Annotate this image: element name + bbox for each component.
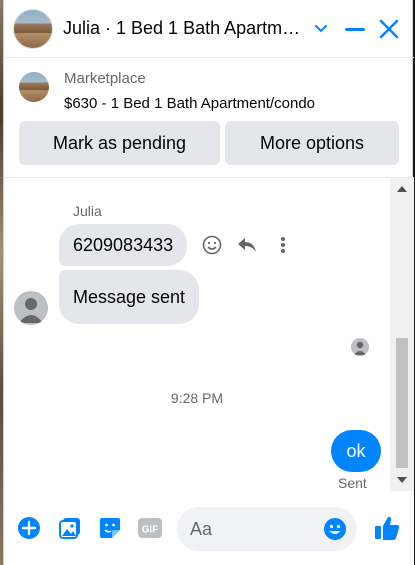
- listing-thumbnail[interactable]: [19, 72, 49, 102]
- message-bubble[interactable]: 6209083433: [59, 224, 188, 266]
- contact-avatar[interactable]: [13, 8, 53, 49]
- scroll-up-arrow[interactable]: [397, 186, 407, 192]
- header-controls: [302, 14, 404, 44]
- sticker-icon[interactable]: [97, 515, 123, 541]
- message-status: Sent: [338, 475, 367, 491]
- emoji-picker-icon[interactable]: [323, 517, 347, 541]
- emoji-icon[interactable]: [201, 234, 223, 256]
- sender-name: Julia: [73, 203, 102, 219]
- my-message-bubble[interactable]: ok: [331, 430, 381, 472]
- svg-text:GIF: GIF: [142, 525, 159, 536]
- message-input[interactable]: Aa: [177, 507, 357, 551]
- chat-title[interactable]: Julia · 1 Bed 1 Bath Apartment/condo: [63, 18, 308, 39]
- message-bubble[interactable]: Message sent: [59, 270, 200, 324]
- mark-as-pending-button[interactable]: Mark as pending: [19, 121, 220, 165]
- marketplace-label: Marketplace: [64, 70, 146, 87]
- scroll-down-arrow[interactable]: [397, 477, 407, 483]
- sender-avatar[interactable]: [14, 291, 48, 325]
- close-icon[interactable]: [374, 14, 404, 44]
- minimize-icon[interactable]: [340, 14, 370, 44]
- scrollbar[interactable]: [390, 178, 414, 491]
- more-icon[interactable]: [272, 234, 294, 256]
- chevron-down-icon[interactable]: [306, 14, 336, 44]
- more-options-button[interactable]: More options: [225, 121, 399, 165]
- plus-icon[interactable]: [16, 515, 42, 541]
- input-placeholder: Aa: [190, 519, 213, 539]
- marketplace-card: Marketplace $630 - 1 Bed 1 Bath Apartmen…: [4, 58, 414, 178]
- composer: GIF Aa: [4, 491, 414, 565]
- scrollbar-thumb[interactable]: [396, 338, 408, 468]
- chat-header[interactable]: Julia · 1 Bed 1 Bath Apartment/condo: [4, 0, 414, 58]
- message-list: Julia 6209083433 Message sent 9:28 PM ok…: [4, 178, 390, 491]
- message-timestamp: 9:28 PM: [170, 390, 224, 406]
- listing-title[interactable]: $630 - 1 Bed 1 Bath Apartment/condo: [64, 95, 315, 112]
- image-icon[interactable]: [57, 515, 83, 541]
- gif-icon[interactable]: GIF: [137, 515, 163, 541]
- seen-avatar: [351, 338, 369, 356]
- like-icon[interactable]: [372, 513, 402, 543]
- chat-window: Julia · 1 Bed 1 Bath Apartment/condo Mar…: [3, 0, 414, 565]
- reply-icon[interactable]: [236, 234, 258, 256]
